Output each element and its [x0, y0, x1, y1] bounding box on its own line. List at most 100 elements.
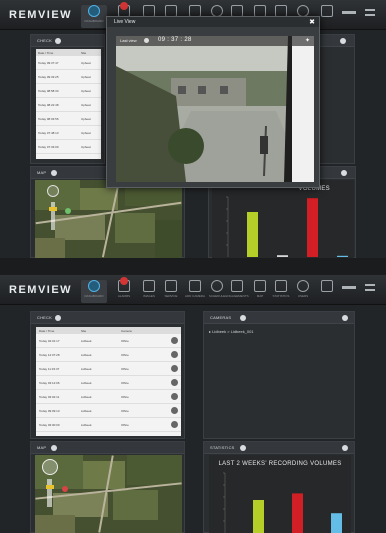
panel-title: CHECK [37, 315, 53, 320]
table-row[interactable]: Today 03:12:06 Lidbeek Office [36, 376, 181, 390]
app-logo: REMVIEW [9, 9, 73, 21]
dashboard-icon [88, 280, 100, 292]
images-icon [143, 280, 155, 292]
dashboard-icon [88, 5, 100, 17]
map-pan-control[interactable] [47, 185, 59, 197]
screen-dashboard: REMVIEW DASHBOARD ALARMS IMAGES SERVICE … [0, 275, 386, 533]
alarm-badge [120, 2, 128, 10]
chart-bar [307, 198, 318, 257]
info-icon[interactable] [51, 445, 57, 451]
settings-icon[interactable] [342, 315, 348, 321]
top-navigation-bar: REMVIEW DASHBOARD ALARMS IMAGES SERVICE … [0, 275, 386, 305]
info-icon[interactable] [340, 38, 346, 44]
info-icon[interactable] [341, 170, 347, 176]
dialog-title: Live View [114, 19, 136, 25]
schedule-icon [211, 280, 223, 292]
menu-icon[interactable] [365, 9, 375, 16]
minimize-icon[interactable] [342, 11, 356, 14]
cameras-panel: CAMERAS ▸ Lidbeek > Lidbeek_001 [203, 311, 355, 439]
fullscreen-icon[interactable]: ✦ [305, 37, 310, 44]
camera-add-icon [189, 280, 201, 292]
minimize-icon[interactable] [342, 286, 356, 289]
table-row[interactable]: Today 07:48:13 Upbeat [36, 126, 101, 140]
menu-icon[interactable] [365, 284, 375, 291]
camera-tree-item[interactable]: ▸ Lidbeek > Lidbeek_001 [209, 329, 254, 334]
panel-title: MAP [37, 170, 47, 175]
table-row[interactable]: Today 08:58:33 Upbeat [36, 84, 101, 98]
close-icon[interactable]: ✖ [309, 18, 315, 26]
table-header: Date / Time Site [36, 49, 101, 56]
info-icon[interactable] [51, 170, 57, 176]
table-row[interactable]: Today 08:03:56 Upbeat [36, 112, 101, 126]
camera-switch-icon[interactable] [144, 38, 149, 43]
messages-icon [321, 5, 333, 17]
info-icon[interactable] [240, 315, 246, 321]
table-row[interactable]: Today 09:33:25 Upbeat [36, 70, 101, 84]
nav-dashboard[interactable]: DASHBOARD [81, 5, 107, 28]
chart-svg [226, 196, 348, 257]
info-icon[interactable] [240, 445, 246, 451]
map-zoom-slider[interactable] [47, 479, 52, 507]
table-row[interactable]: Today 03:02:11 Lidbeek Office [36, 390, 181, 404]
nav-messages[interactable] [314, 280, 340, 303]
play-icon[interactable] [171, 365, 178, 372]
play-icon[interactable] [171, 379, 178, 386]
table-row[interactable]: Today 07:33:09 Upbeat [36, 140, 101, 154]
nav-alarms[interactable]: ALARMS [111, 277, 137, 303]
table-row[interactable]: Today 03:00:00 Lidbeek Office [36, 418, 181, 432]
table-row[interactable]: Today 09:37:47 Upbeat [36, 56, 101, 70]
check-panel: CHECK Date / Time Site Camera Today 04:0… [30, 311, 185, 439]
messages-icon [321, 280, 333, 292]
recording-volume-chart: LAST 2 WEEKS' RECORDING VOLUMES [209, 455, 351, 533]
camera-image [116, 36, 314, 182]
satellite-map[interactable] [35, 180, 182, 258]
map-pan-control[interactable] [42, 459, 58, 475]
play-icon[interactable] [171, 393, 178, 400]
check-panel: CHECK Date / Time Site Today 09:37:47 Upb… [30, 34, 105, 164]
table-row[interactable]: Today 04:01:17 Lidbeek Office [36, 334, 181, 348]
chart-bar [277, 255, 288, 257]
satellite-map[interactable] [35, 455, 182, 533]
table-row[interactable]: Today 11:33:37 Lidbeek Office [36, 362, 181, 376]
map-panel: MAP [30, 441, 185, 533]
panel-title: MAP [37, 445, 47, 450]
table-row[interactable]: Today 09:09:13 Lidbeek Office [36, 404, 181, 418]
play-icon[interactable] [171, 407, 178, 414]
engagement-icon [231, 280, 243, 292]
zoom-handle[interactable] [46, 485, 54, 489]
chart-bar [337, 255, 348, 257]
statistics-icon [275, 280, 287, 292]
info-icon[interactable] [55, 38, 61, 44]
nav-users[interactable]: USERS [290, 280, 316, 303]
panel-title: CAMERAS [210, 315, 232, 320]
app-logo: REMVIEW [9, 284, 73, 296]
map-marker[interactable] [65, 208, 71, 214]
settings-icon[interactable] [342, 445, 348, 451]
zoom-handle[interactable] [49, 207, 57, 211]
play-icon[interactable] [171, 337, 178, 344]
map-marker[interactable] [62, 486, 68, 492]
check-table: Date / Time Site Camera Today 04:01:17 Li… [36, 327, 181, 436]
info-icon[interactable] [55, 315, 61, 321]
map-icon [254, 280, 266, 292]
live-view-dialog: Live View ✖ Last view 09: 37: 28 ✦ [106, 16, 320, 188]
video-overlay-bar: Last view 09 : 37 : 28 ✦ [116, 36, 314, 46]
screen-live-view: REMVIEW DASHBOARD ALARMS IMAGES SERVICE … [0, 0, 386, 258]
check-table: Date / Time Site Today 09:37:47 Upbeat To… [36, 49, 101, 159]
chart-bar [331, 513, 342, 533]
video-timestamp: 09 : 37 : 28 [158, 37, 192, 43]
chart-bar [292, 493, 303, 533]
play-icon[interactable] [171, 421, 178, 428]
chart-bar [247, 212, 258, 257]
nav-service[interactable]: SERVICE [158, 280, 184, 303]
statistics-panel: STATISTICS LAST 2 WEEKS' RECORDING VOLUM… [203, 441, 355, 533]
panel-title: STATISTICS [210, 445, 235, 450]
service-icon [165, 280, 177, 292]
live-video-feed: Last view 09 : 37 : 28 ✦ [116, 36, 314, 182]
nav-dashboard[interactable]: DASHBOARD [81, 280, 107, 303]
chart-bar [253, 500, 264, 533]
alarm-badge [120, 277, 128, 285]
table-row[interactable]: Today 12:07:28 Lidbeek Office [36, 348, 181, 362]
play-icon[interactable] [171, 351, 178, 358]
table-row[interactable]: Today 08:22:48 Upbeat [36, 98, 101, 112]
